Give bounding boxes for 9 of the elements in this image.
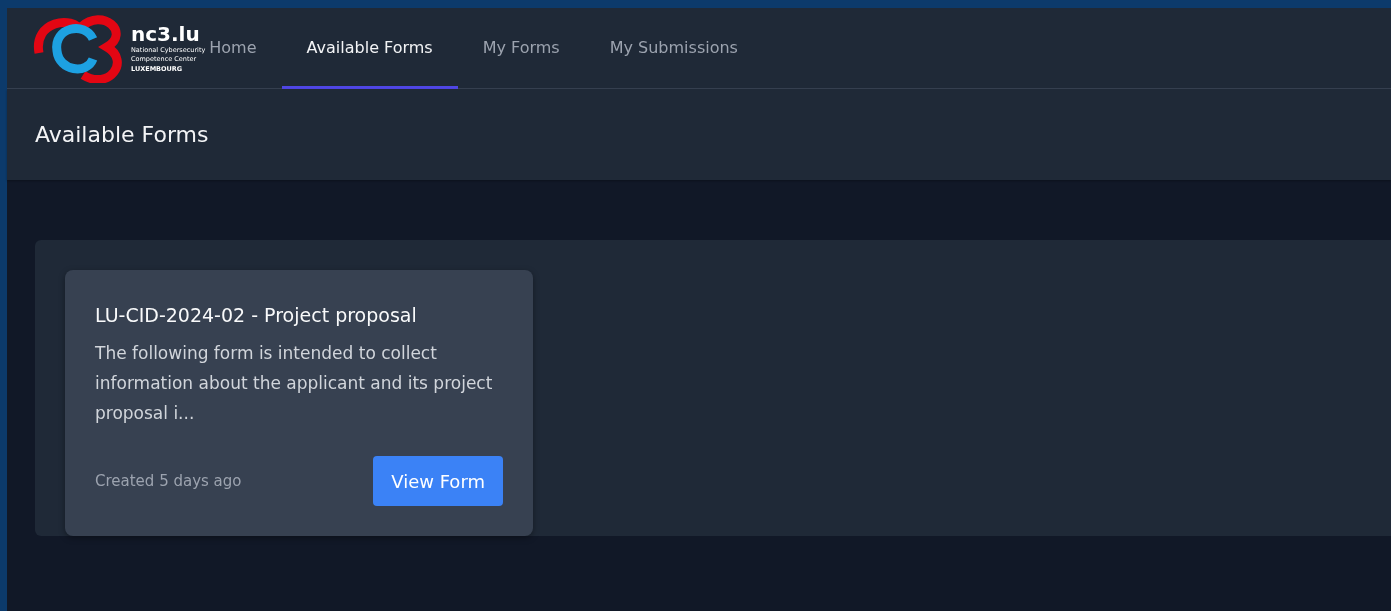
nav-tab[interactable]: My Submissions [584,8,763,89]
nav-tab[interactable]: Home [205,8,282,89]
view-form-button[interactable]: View Form [373,456,503,506]
created-date: Created 5 days ago [95,472,242,490]
logo-name: nc3.lu [131,23,201,44]
nav-tab[interactable]: My Forms [457,8,585,89]
form-title: LU-CID-2024-02 - Project proposal [95,304,418,326]
page-title: Available Forms [35,122,209,147]
form-description: The following form is intended to collect information about the applicant and its project proposal i... [95,342,494,425]
